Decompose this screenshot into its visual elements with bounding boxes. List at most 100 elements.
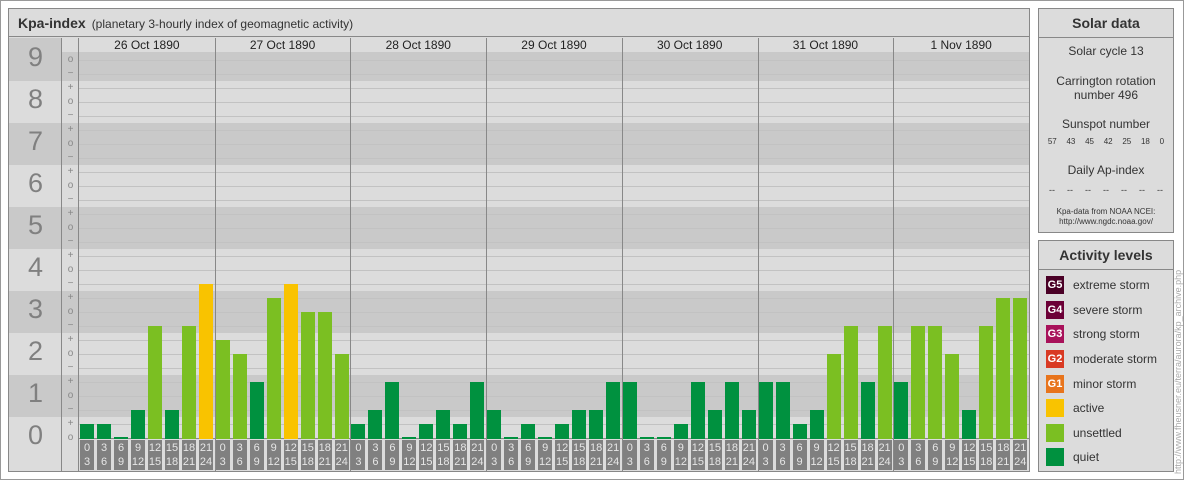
- sunspot-value: 43: [1066, 137, 1076, 146]
- solar-cycle: Solar cycle 13: [1068, 44, 1144, 58]
- legend-item: G3 strong storm: [1039, 322, 1173, 347]
- day-separator: [486, 38, 488, 471]
- kp-bar: [487, 410, 502, 439]
- day-date-label: 27 Oct 1890: [249, 38, 316, 52]
- time-interval-label: 36: [368, 440, 383, 470]
- interval-hour: 3: [219, 456, 226, 468]
- interval-hour: 9: [949, 442, 956, 454]
- interval-hour: 6: [796, 442, 803, 454]
- interval-hour: 18: [980, 456, 993, 468]
- kp-sub-label: +: [67, 166, 74, 177]
- kp-sub-label: o: [67, 222, 74, 233]
- interval-hour: 24: [471, 456, 484, 468]
- activity-levels-panel: Activity levels G5 extreme storm G4 severe …: [1038, 240, 1174, 472]
- kp-bar: [996, 298, 1011, 439]
- source-link[interactable]: http://www.ngdc.noaa.gov/: [1039, 217, 1173, 227]
- interval-hour: 6: [253, 442, 260, 454]
- interval-hour: 12: [403, 456, 416, 468]
- time-interval-label: 12 15: [419, 440, 434, 470]
- chart-title: Kpa-index (planetary 3-hourly index of ge…: [9, 9, 1029, 37]
- time-interval-label: 15 18: [165, 440, 179, 470]
- time-interval-label: 9 12: [809, 440, 824, 470]
- interval-hour: 12: [946, 456, 959, 468]
- kp-sub-label: +: [67, 250, 74, 261]
- interval-hour: 21: [199, 442, 213, 454]
- kp-bar: [979, 326, 994, 439]
- time-interval-label: 69: [521, 440, 536, 470]
- grid-line: [79, 242, 1029, 243]
- time-interval-label: 18 21: [317, 440, 332, 470]
- time-interval-label: 36: [639, 440, 654, 470]
- legend-label: strong storm: [1073, 327, 1140, 342]
- kp-bar: [419, 424, 434, 439]
- interval-hour: 9: [270, 442, 277, 454]
- time-interval-label: 69: [385, 440, 400, 470]
- solar-data-header: Solar data: [1039, 9, 1173, 38]
- sunspot-label: Sunspot number: [1061, 117, 1151, 131]
- kp-bar: [741, 410, 756, 439]
- interval-hour: 18: [182, 442, 196, 454]
- kp-sub-label: −: [67, 362, 74, 373]
- time-interval-label: 9 12: [266, 440, 281, 470]
- interval-hour: 15: [420, 456, 433, 468]
- kp-sub-label: +: [67, 292, 74, 303]
- interval-hour: 6: [372, 456, 379, 468]
- interval-hour: 9: [796, 456, 803, 468]
- credit-url: http://www.fheusner.eu/terra/aurora/kp_a…: [1173, 269, 1183, 474]
- kp-sub-label: −: [67, 110, 74, 121]
- legend-item: quiet: [1039, 445, 1173, 470]
- time-interval-label: 03: [215, 440, 230, 470]
- kp-sub-label: o: [67, 96, 74, 107]
- interval-hour: 12: [691, 442, 704, 454]
- interval-hour: 6: [117, 442, 125, 454]
- axis-separator: [61, 38, 62, 471]
- grid-line: [79, 186, 1029, 187]
- grid-line: [79, 214, 1029, 215]
- legend-item: G4 severe storm: [1039, 298, 1173, 323]
- interval-hour: 12: [827, 442, 840, 454]
- grid-line: [79, 270, 1029, 271]
- interval-hour: 21: [725, 456, 738, 468]
- legend-label: extreme storm: [1073, 278, 1150, 293]
- kp-sub-label: +: [67, 208, 74, 219]
- day-date-label: 26 Oct 1890: [114, 38, 180, 52]
- legend-item: unsettled: [1039, 421, 1173, 446]
- grid-line: [79, 284, 1029, 285]
- legend-item: active: [1039, 396, 1173, 421]
- legend-swatch: G2: [1046, 350, 1064, 369]
- interval-hour: 12: [674, 456, 687, 468]
- interval-hour: 3: [915, 442, 922, 454]
- activity-levels-header: Activity levels: [1039, 241, 1173, 270]
- grid-line: [79, 312, 1029, 313]
- interval-hour: 0: [219, 442, 226, 454]
- interval-hour: 0: [762, 442, 769, 454]
- kp-bar: [589, 410, 604, 439]
- interval-hour: 9: [117, 456, 125, 468]
- interval-hour: 21: [742, 442, 755, 454]
- day-date-label: 1 Nov 1890: [930, 38, 992, 52]
- legend-label: unsettled: [1073, 425, 1122, 440]
- time-interval-label: 12 15: [283, 440, 298, 470]
- kp-bar: [826, 354, 841, 439]
- kp-sub-label: +: [67, 82, 74, 93]
- kp-bar: [300, 312, 315, 439]
- interval-hour: 9: [389, 456, 396, 468]
- kp-bar: [775, 382, 790, 439]
- kp-bar: [80, 424, 94, 439]
- grid-line: [79, 298, 1029, 299]
- chart-title-main: Kpa-index: [18, 15, 86, 31]
- time-interval-label: 03: [80, 440, 94, 470]
- kp-bar: [724, 382, 739, 439]
- time-interval-label: 12 15: [555, 440, 570, 470]
- kp-bar: [317, 312, 332, 439]
- time-interval-label: 69: [928, 440, 943, 470]
- kp-bar: [199, 284, 213, 439]
- kp-bar: [266, 298, 281, 439]
- kp-sub-label: o: [67, 264, 74, 275]
- interval-hour: 15: [556, 456, 569, 468]
- kp-bar: [131, 410, 145, 439]
- y-tick-label: 3: [27, 294, 44, 324]
- day-date-label: 28 Oct 1890: [385, 38, 451, 52]
- interval-hour: 15: [284, 456, 297, 468]
- ap-value: --: [1085, 185, 1091, 195]
